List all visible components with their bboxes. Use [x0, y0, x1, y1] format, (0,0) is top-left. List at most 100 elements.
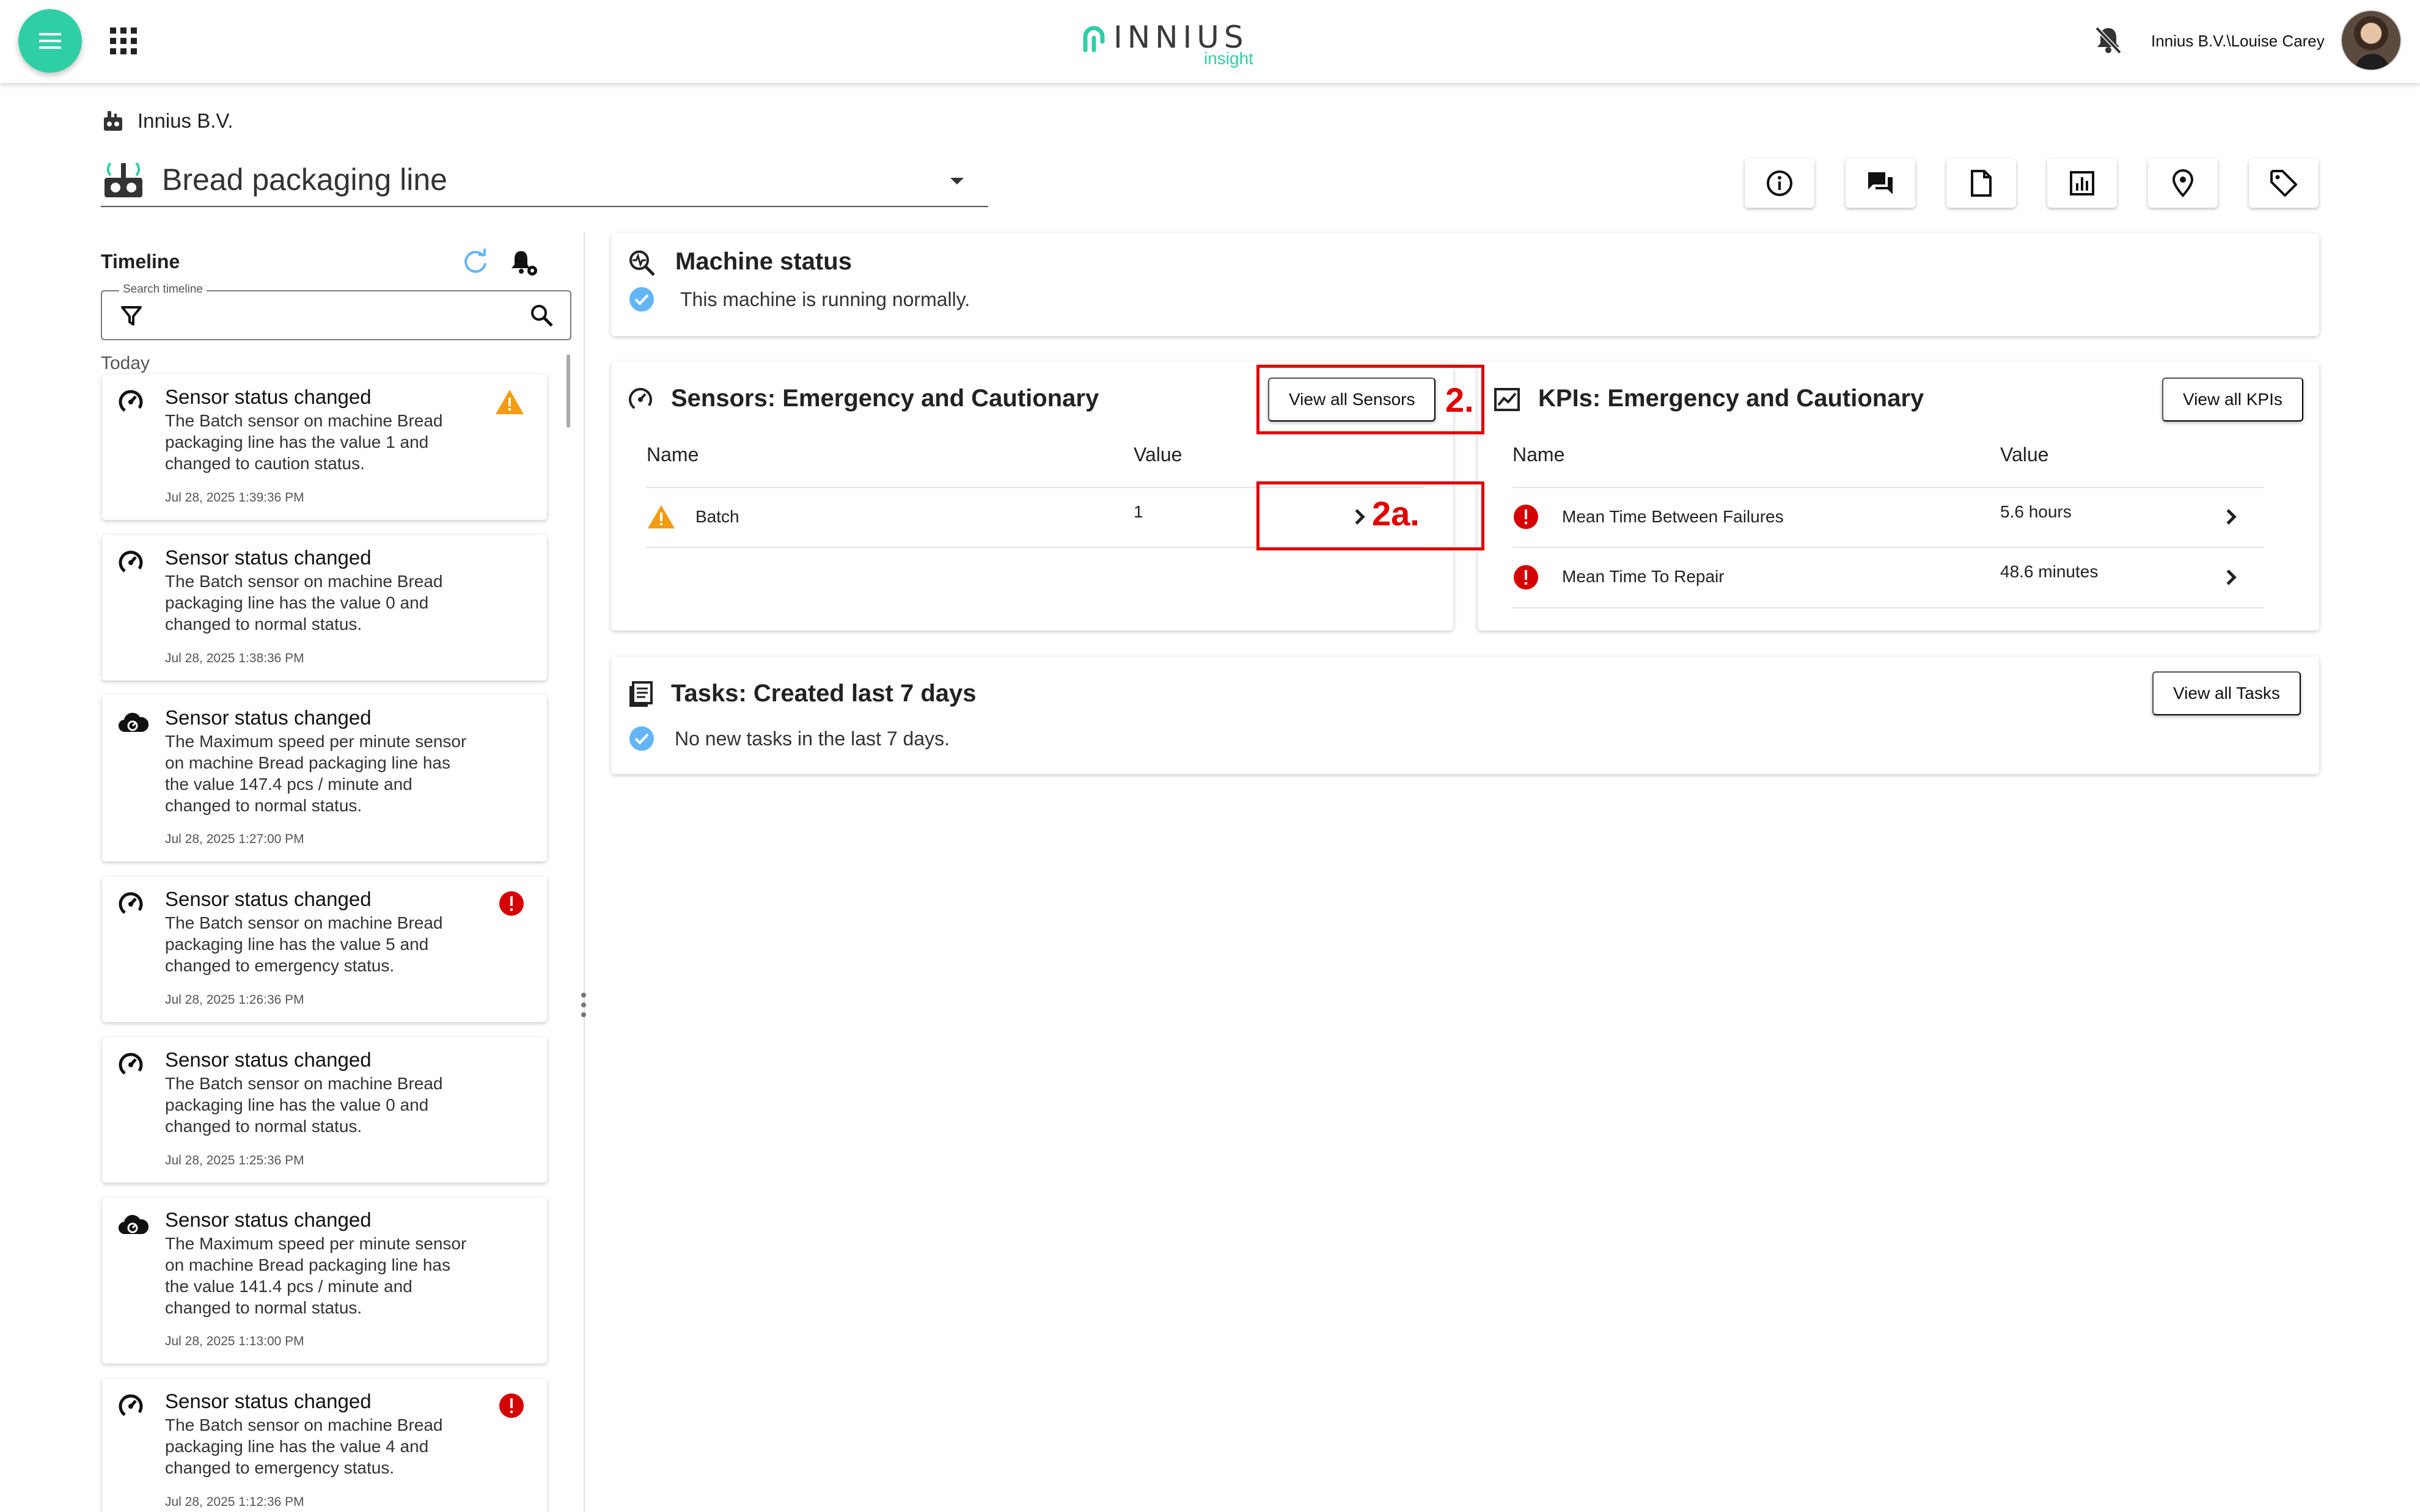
emergency-icon: [1514, 565, 1538, 590]
timeline-card[interactable]: Sensor status changed The Batch sensor on…: [102, 535, 547, 681]
caution-icon: [496, 390, 524, 414]
status-indicator: [498, 890, 525, 920]
timeline-scrollbar[interactable]: [566, 354, 570, 428]
gauge-icon: [119, 1053, 143, 1077]
timeline-card-time: Jul 28, 2025 1:25:36 PM: [165, 1153, 304, 1167]
tasks-panel: Tasks: Created last 7 days View all Task…: [611, 657, 2319, 774]
kpis-panel: KPIs: Emergency and Cautionary View all …: [1478, 362, 2319, 630]
machine-status-panel: Machine status This machine is running n…: [611, 233, 2319, 336]
timeline-card-icon: [117, 890, 145, 921]
sensors-col-value: Value: [1134, 444, 1182, 466]
tag-icon: [2270, 170, 2297, 197]
timeline-card-time: Jul 28, 2025 1:38:36 PM: [165, 651, 304, 665]
timeline-card-description: The Maximum speed per minute sensor on m…: [165, 732, 467, 815]
timeline-card-icon: [117, 1051, 145, 1082]
timeline-title: Timeline: [101, 250, 180, 272]
timeline-card-icon: [117, 1211, 149, 1242]
annotation-label-2a: 2a.: [1372, 494, 1420, 533]
gauge-icon: [119, 892, 143, 916]
resize-handle[interactable]: [580, 993, 587, 1017]
hamburger-icon: [39, 33, 61, 49]
refresh-icon[interactable]: [461, 247, 490, 276]
view-all-tasks-button[interactable]: View all Tasks: [2152, 671, 2301, 715]
cloud-gauge-icon: [118, 1214, 149, 1235]
ok-check-icon: [629, 287, 654, 312]
apps-grid-icon[interactable]: [110, 27, 137, 54]
timeline-card-icon: [117, 1392, 145, 1423]
kpi-value: 5.6 hours: [2000, 502, 2072, 521]
timeline-card-title: Sensor status changed: [165, 1390, 372, 1412]
document-icon: [1971, 170, 1992, 197]
search-input[interactable]: [153, 300, 520, 331]
breadcrumb: Innius B.V.: [101, 109, 233, 133]
gauge-icon: [629, 388, 652, 411]
emergency-icon: [499, 891, 524, 916]
timeline-card-title: Sensor status changed: [165, 385, 372, 408]
timeline-card[interactable]: Sensor status changed The Batch sensor on…: [102, 374, 547, 520]
tasks-title: Tasks: Created last 7 days: [671, 680, 977, 707]
emergency-icon: [499, 1393, 524, 1418]
machine-icon: [105, 162, 142, 197]
filter-icon[interactable]: [120, 305, 142, 327]
status-indicator: [498, 1392, 525, 1422]
timeline-card-time: Jul 28, 2025 1:12:36 PM: [165, 1495, 304, 1509]
timeline-card[interactable]: Sensor status changed The Batch sensor on…: [102, 877, 547, 1022]
sensors-col-name: Name: [647, 444, 699, 466]
user-avatar[interactable]: [2341, 10, 2402, 71]
caution-icon: [648, 505, 675, 528]
notifications-off-icon[interactable]: [2093, 24, 2124, 55]
gauge-icon: [119, 550, 143, 575]
logo-mark-icon: [1083, 26, 1105, 53]
machine-selector-value: Bread packaging line: [162, 163, 447, 197]
documents-button[interactable]: [1946, 159, 2016, 208]
timeline-card-time: Jul 28, 2025 1:13:00 PM: [165, 1334, 304, 1348]
annotation-box-sensor-row: [1256, 481, 1484, 550]
timeline-card-time: Jul 28, 2025 1:39:36 PM: [165, 491, 304, 505]
main-menu-button[interactable]: [18, 9, 82, 73]
kpis-title: KPIs: Emergency and Cautionary: [1538, 385, 1924, 412]
timeline-card-description: The Maximum speed per minute sensor on m…: [165, 1234, 467, 1317]
notification-settings-icon[interactable]: [509, 247, 540, 278]
timeline-card[interactable]: Sensor status changed The Batch sensor on…: [102, 1037, 547, 1183]
report-chart-icon: [2070, 171, 2094, 195]
info-icon: [1767, 170, 1792, 196]
user-account-name[interactable]: Innius B.V.\Louise Carey: [2151, 32, 2325, 51]
timeline-card-description: The Batch sensor on machine Bread packag…: [165, 913, 443, 975]
gauge-icon: [119, 1394, 143, 1419]
kpi-name: Mean Time Between Failures: [1562, 507, 1784, 526]
cloud-gauge-icon: [118, 712, 149, 732]
timeline-card-icon: [117, 549, 145, 580]
chat-button[interactable]: [1846, 159, 1915, 208]
timeline-card-title: Sensor status changed: [165, 706, 372, 729]
timeline-card-icon: [117, 388, 145, 419]
location-pin-icon: [2172, 169, 2194, 197]
chevron-right-icon[interactable]: [2221, 569, 2237, 585]
timeline-card-time: Jul 28, 2025 1:27:00 PM: [165, 832, 304, 846]
tags-button[interactable]: [2249, 159, 2319, 208]
sensor-value: 1: [1134, 502, 1143, 521]
info-button[interactable]: [1745, 159, 1814, 208]
timeline-card[interactable]: Sensor status changed The Batch sensor on…: [102, 1379, 547, 1512]
timeline-card-description: The Batch sensor on machine Bread packag…: [165, 1074, 443, 1136]
top-bar: INNIUS insight Innius B.V.\Louise Carey: [0, 0, 2420, 83]
machine-status-text: This machine is running normally.: [680, 288, 970, 310]
timeline-card-title: Sensor status changed: [165, 546, 372, 569]
reports-button[interactable]: [2047, 159, 2117, 208]
annotation-label-2: 2.: [1445, 381, 1474, 419]
view-all-kpis-button[interactable]: View all KPIs: [2162, 378, 2303, 422]
sensors-title: Sensors: Emergency and Cautionary: [671, 385, 1099, 412]
timeline-card-time: Jul 28, 2025 1:26:36 PM: [165, 993, 304, 1007]
kpi-name: Mean Time To Repair: [1562, 567, 1725, 586]
breadcrumb-company[interactable]: Innius B.V.: [138, 109, 233, 133]
machine-selector[interactable]: Bread packaging line: [101, 156, 988, 207]
emergency-icon: [1514, 505, 1538, 529]
chevron-right-icon[interactable]: [2221, 509, 2237, 525]
sensor-name: Batch: [695, 507, 739, 526]
timeline-card[interactable]: Sensor status changed The Maximum speed p…: [102, 695, 547, 861]
timeline-search: Search timeline: [101, 283, 571, 340]
location-button[interactable]: [2148, 159, 2218, 208]
kpis-col-name: Name: [1513, 444, 1565, 466]
timeline-card[interactable]: Sensor status changed The Maximum speed p…: [102, 1197, 547, 1364]
tasks-text: No new tasks in the last 7 days.: [675, 728, 950, 750]
search-icon[interactable]: [529, 302, 554, 328]
